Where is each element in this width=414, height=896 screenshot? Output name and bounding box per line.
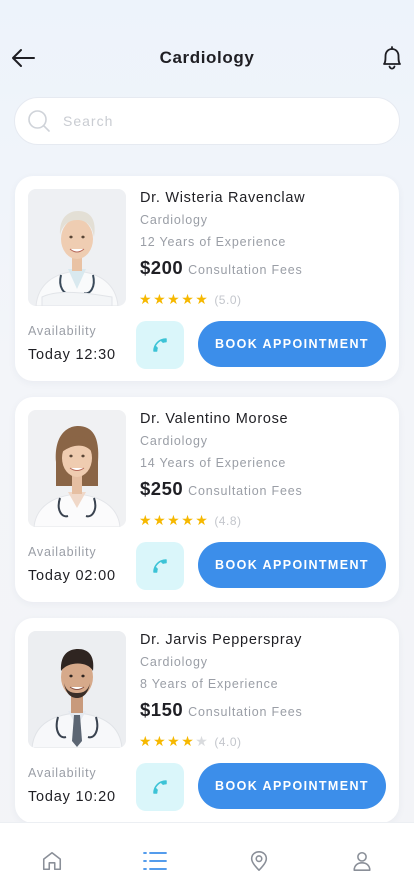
header: Cardiology	[0, 36, 414, 80]
call-button[interactable]	[136, 763, 184, 811]
search-bar[interactable]	[14, 97, 400, 145]
phone-icon	[153, 338, 167, 352]
doctor-experience: 14 Years of Experience	[140, 456, 287, 470]
availability-label: Availability	[28, 545, 97, 559]
star-filled-icon: ★	[153, 512, 166, 528]
doctor-card[interactable]: Dr. Valentino Morose Cardiology 14 Years…	[15, 397, 399, 602]
star-filled-icon: ★	[181, 291, 194, 307]
doctor-photo	[28, 631, 126, 748]
arrow-left-icon	[12, 49, 35, 67]
back-button[interactable]	[10, 46, 36, 70]
rating-row: ★ ★ ★ ★ ★ (5.0)	[139, 291, 242, 309]
doctor-photo	[28, 410, 126, 527]
consultation-fee: $250	[140, 478, 184, 499]
doctor-card[interactable]: Dr. Jarvis Pepperspray Cardiology 8 Year…	[15, 618, 399, 823]
nav-profile[interactable]	[348, 847, 376, 875]
star-filled-icon: ★	[153, 733, 166, 749]
star-rating: ★ ★ ★ ★ ★	[139, 733, 209, 751]
book-appointment-button[interactable]: BOOK APPOINTMENT	[198, 321, 386, 367]
availability-label: Availability	[28, 766, 97, 780]
profile-icon	[353, 851, 371, 871]
rating-value: (5.0)	[214, 293, 242, 307]
notification-button[interactable]	[380, 45, 404, 71]
doctor-specialty: Cardiology	[140, 434, 208, 448]
fee-row: $150 Consultation Fees	[140, 699, 303, 721]
doctor-experience: 12 Years of Experience	[140, 235, 287, 249]
availability-time: Today 10:20	[28, 789, 116, 805]
doctor-photo	[28, 189, 126, 306]
call-button[interactable]	[136, 321, 184, 369]
search-input[interactable]	[63, 113, 363, 129]
star-rating: ★ ★ ★ ★ ★	[139, 512, 209, 530]
doctor-name: Dr. Wisteria Ravenclaw	[140, 190, 306, 206]
rating-value: (4.0)	[214, 735, 242, 749]
list-icon	[143, 852, 168, 870]
search-icon	[28, 110, 50, 132]
star-filled-icon: ★	[153, 291, 166, 307]
call-button[interactable]	[136, 542, 184, 590]
rating-value: (4.8)	[214, 514, 242, 528]
availability-time: Today 12:30	[28, 347, 116, 363]
availability-time: Today 02:00	[28, 568, 116, 584]
doctor-card[interactable]: Dr. Wisteria Ravenclaw Cardiology 12 Yea…	[15, 176, 399, 381]
star-filled-icon: ★	[139, 291, 152, 307]
home-icon	[42, 851, 61, 871]
fee-row: $250 Consultation Fees	[140, 478, 303, 500]
star-filled-icon: ★	[181, 733, 194, 749]
star-filled-icon: ★	[181, 512, 194, 528]
rating-row: ★ ★ ★ ★ ★ (4.0)	[139, 733, 242, 751]
nav-home[interactable]	[38, 847, 66, 875]
fee-label: Consultation Fees	[188, 705, 303, 719]
availability-label: Availability	[28, 324, 97, 338]
star-filled-icon: ★	[195, 291, 208, 307]
star-filled-icon: ★	[195, 512, 208, 528]
consultation-fee: $150	[140, 699, 184, 720]
star-filled-icon: ★	[167, 512, 180, 528]
star-filled-icon: ★	[167, 291, 180, 307]
fee-row: $200 Consultation Fees	[140, 257, 303, 279]
page-title: Cardiology	[159, 48, 255, 67]
doctor-name: Dr. Jarvis Pepperspray	[140, 632, 303, 648]
fee-label: Consultation Fees	[188, 484, 303, 498]
star-filled-icon: ★	[139, 733, 152, 749]
nav-list[interactable]	[141, 847, 169, 875]
bell-icon	[383, 46, 401, 70]
rating-row: ★ ★ ★ ★ ★ (4.8)	[139, 512, 242, 530]
bottom-nav	[0, 822, 414, 896]
nav-location[interactable]	[245, 847, 273, 875]
phone-icon	[153, 780, 167, 794]
star-empty-icon: ★	[195, 733, 208, 749]
doctor-specialty: Cardiology	[140, 213, 208, 227]
phone-icon	[153, 559, 167, 573]
doctor-specialty: Cardiology	[140, 655, 208, 669]
fee-label: Consultation Fees	[188, 263, 303, 277]
star-filled-icon: ★	[167, 733, 180, 749]
star-rating: ★ ★ ★ ★ ★	[139, 291, 209, 309]
consultation-fee: $200	[140, 257, 184, 278]
star-filled-icon: ★	[139, 512, 152, 528]
location-pin-icon	[250, 851, 267, 871]
book-appointment-button[interactable]: BOOK APPOINTMENT	[198, 542, 386, 588]
book-appointment-button[interactable]: BOOK APPOINTMENT	[198, 763, 386, 809]
doctor-experience: 8 Years of Experience	[140, 677, 279, 691]
doctor-name: Dr. Valentino Morose	[140, 411, 289, 427]
